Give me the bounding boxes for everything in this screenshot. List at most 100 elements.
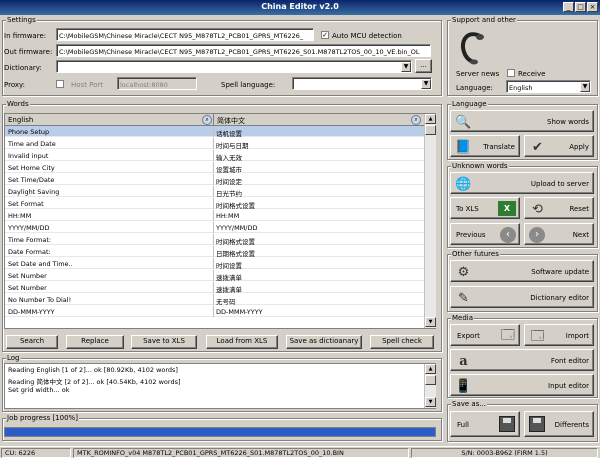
word-english-cell[interactable]: YYYY/MM/DD bbox=[8, 224, 208, 232]
word-chinese-cell[interactable]: 时间与日期 bbox=[216, 140, 416, 150]
spell-language-dropdown[interactable] bbox=[292, 77, 432, 90]
word-row[interactable]: HH:MM HH:MM bbox=[5, 210, 425, 221]
word-row[interactable]: Set Format 时间格式设置 bbox=[5, 198, 425, 210]
word-chinese-cell[interactable]: 话机设置 bbox=[216, 128, 416, 138]
word-row[interactable]: Set Number 速拨满单 bbox=[5, 270, 425, 282]
word-english-cell[interactable]: DD-MMM-YYYY bbox=[8, 308, 208, 316]
word-english-cell[interactable]: Set Time/Date bbox=[8, 176, 208, 184]
language-dropdown-arrow[interactable]: ▼ bbox=[580, 82, 590, 92]
word-english-cell[interactable]: No Number To Dial! bbox=[8, 296, 208, 304]
word-english-cell[interactable]: HH:MM bbox=[8, 212, 208, 220]
word-english-cell[interactable]: Phone Setup bbox=[8, 128, 208, 136]
dictionary-browse-button[interactable]: ... bbox=[415, 59, 432, 73]
log-scroll-down-arrow[interactable]: ▼ bbox=[425, 397, 436, 407]
log-area[interactable]: Reading English [1 of 2]... ok [80.92Kb,… bbox=[4, 363, 436, 409]
word-chinese-cell[interactable]: 时间设定 bbox=[216, 176, 416, 186]
words-grid[interactable]: English ⌕ 简体中文 ⌕ Phone Setup 话机设置 Time and… bbox=[4, 113, 436, 329]
word-row[interactable]: DD-MMM-YYYY DD-MMM-YYYY bbox=[5, 306, 425, 317]
show-words-button[interactable]: 🔍 Show words bbox=[450, 110, 594, 132]
save-full-button[interactable]: Full bbox=[450, 411, 520, 437]
word-english-cell[interactable]: Set Date and Time.. bbox=[8, 260, 208, 268]
save-differents-button[interactable]: Differents bbox=[524, 411, 594, 437]
close-button[interactable]: × bbox=[587, 2, 598, 12]
word-chinese-cell[interactable]: DD-MMM-YYYY bbox=[216, 308, 416, 316]
language-dropdown[interactable]: English bbox=[506, 80, 591, 93]
import-button[interactable]: 🗔 Import bbox=[524, 324, 594, 346]
word-english-cell[interactable]: Set Home City bbox=[8, 164, 208, 172]
auto-mcu-checkbox[interactable]: ✓ bbox=[321, 31, 329, 39]
word-row[interactable]: Phone Setup 话机设置 bbox=[5, 126, 425, 138]
save-as-dictionary-button[interactable]: Save as dictioanary bbox=[286, 335, 362, 349]
word-row[interactable]: Set Time/Date 时间设定 bbox=[5, 174, 425, 186]
word-chinese-cell[interactable]: HH:MM bbox=[216, 212, 416, 220]
column-header-chinese[interactable]: 简体中文 bbox=[214, 114, 425, 126]
export-button[interactable]: Export 🗔 bbox=[450, 324, 520, 346]
word-chinese-cell[interactable]: 时间设置 bbox=[216, 260, 416, 270]
word-english-cell[interactable]: Date Format: bbox=[8, 248, 208, 256]
word-chinese-cell[interactable]: 速拨满单 bbox=[216, 272, 416, 282]
scroll-thumb[interactable] bbox=[425, 125, 436, 135]
dictionary-editor-button[interactable]: ✎ Dictionary editor bbox=[450, 286, 594, 308]
word-english-cell[interactable]: Invalid input bbox=[8, 152, 208, 160]
search-button[interactable]: Search bbox=[6, 335, 58, 349]
previous-button[interactable]: Previous ‹ bbox=[450, 223, 520, 245]
scroll-down-arrow[interactable]: ▼ bbox=[425, 317, 436, 327]
software-update-button[interactable]: ⚙ Software update bbox=[450, 260, 594, 282]
word-english-cell[interactable]: Time and Date bbox=[8, 140, 208, 148]
word-row[interactable]: Set Home City 设置城市 bbox=[5, 162, 425, 174]
font-editor-button[interactable]: a Font editor bbox=[450, 349, 594, 371]
host-port-field[interactable]: localhost:8080 bbox=[117, 77, 197, 90]
word-chinese-cell[interactable]: 时间格式设置 bbox=[216, 236, 416, 246]
word-row[interactable]: YYYY/MM/DD YYYY/MM/DD bbox=[5, 222, 425, 233]
word-chinese-cell[interactable]: 日期格式设置 bbox=[216, 248, 416, 258]
chinese-column-search-icon[interactable]: ⌕ bbox=[411, 115, 421, 125]
word-row[interactable]: Date Format: 日期格式设置 bbox=[5, 246, 425, 258]
log-scroll-thumb[interactable] bbox=[425, 375, 436, 385]
word-chinese-cell[interactable]: 设置城市 bbox=[216, 164, 416, 174]
word-english-cell[interactable]: Set Number bbox=[8, 284, 208, 292]
word-row[interactable]: Invalid input 输入无效 bbox=[5, 150, 425, 162]
out-firmware-field[interactable]: C:\MobileGSM\Chinese Miracle\CECT N95_M8… bbox=[56, 44, 431, 57]
column-header-english[interactable]: English bbox=[5, 114, 214, 126]
word-row[interactable]: Time Format: 时间格式设置 bbox=[5, 234, 425, 246]
word-chinese-cell[interactable]: 输入无效 bbox=[216, 152, 416, 162]
next-button[interactable]: › Next bbox=[524, 223, 594, 245]
minimize-button[interactable]: _ bbox=[563, 2, 574, 12]
word-row[interactable]: Set Number 速拨满单 bbox=[5, 282, 425, 294]
upload-to-server-button[interactable]: 🌐 Upload to server bbox=[450, 172, 594, 194]
word-row[interactable]: No Number To Dial! 无号码 bbox=[5, 294, 425, 306]
spell-check-button[interactable]: Spell check bbox=[370, 335, 434, 349]
host-port-checkbox[interactable] bbox=[56, 80, 64, 88]
dictionary-dropdown[interactable] bbox=[56, 60, 412, 73]
word-chinese-cell[interactable]: YYYY/MM/DD bbox=[216, 224, 416, 232]
in-firmware-field[interactable]: C:\MobileGSM\Chinese Miracle\CECT N95_M8… bbox=[56, 28, 314, 41]
maximize-button[interactable]: □ bbox=[575, 2, 586, 12]
word-english-cell[interactable]: Set Format bbox=[8, 200, 208, 208]
words-scrollbar[interactable]: ▲ ▼ bbox=[424, 114, 436, 328]
input-editor-button[interactable]: 📱 Input editor bbox=[450, 374, 594, 396]
scroll-up-arrow[interactable]: ▲ bbox=[425, 114, 436, 124]
word-chinese-cell[interactable]: 时间格式设置 bbox=[216, 200, 416, 210]
save-to-xls-button[interactable]: Save to XLS bbox=[131, 335, 197, 349]
reset-button[interactable]: ⟲ Reset bbox=[524, 197, 594, 219]
translate-button[interactable]: 📘 Translate bbox=[450, 135, 520, 157]
apply-button[interactable]: ✔ Apply bbox=[524, 135, 594, 157]
word-chinese-cell[interactable]: 无号码 bbox=[216, 296, 416, 306]
replace-button[interactable]: Replace bbox=[66, 335, 124, 349]
log-scrollbar[interactable]: ▲ ▼ bbox=[424, 364, 436, 408]
to-xls-button[interactable]: To XLS X bbox=[450, 197, 520, 219]
word-chinese-cell[interactable]: 速拨满单 bbox=[216, 284, 416, 294]
receive-checkbox[interactable] bbox=[507, 69, 515, 77]
word-english-cell[interactable]: Time Format: bbox=[8, 236, 208, 244]
log-scroll-up-arrow[interactable]: ▲ bbox=[425, 364, 436, 374]
dictionary-dropdown-arrow[interactable]: ▼ bbox=[401, 62, 411, 72]
word-row[interactable]: Daylight Saving 日光节约 bbox=[5, 186, 425, 198]
english-column-search-icon[interactable]: ⌕ bbox=[202, 115, 212, 125]
word-english-cell[interactable]: Daylight Saving bbox=[8, 188, 208, 196]
word-english-cell[interactable]: Set Number bbox=[8, 272, 208, 280]
spell-language-dropdown-arrow[interactable]: ▼ bbox=[421, 79, 431, 89]
word-row[interactable]: Time and Date 时间与日期 bbox=[5, 138, 425, 150]
word-chinese-cell[interactable]: 日光节约 bbox=[216, 188, 416, 198]
word-row[interactable]: Set Date and Time.. 时间设置 bbox=[5, 258, 425, 270]
load-from-xls-button[interactable]: Load from XLS bbox=[206, 335, 278, 349]
